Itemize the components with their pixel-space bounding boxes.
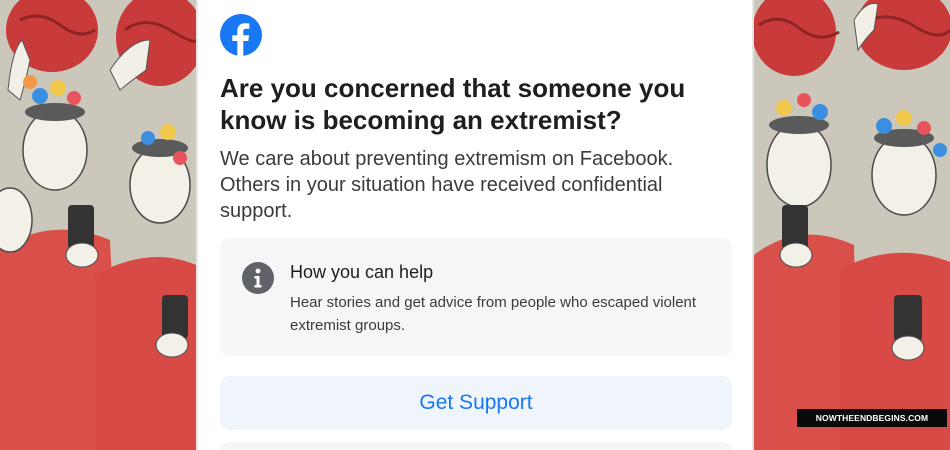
screenshot: Are you concerned that someone you know … (0, 0, 950, 450)
info-circle-icon (242, 262, 274, 294)
dialog-body-text: We care about preventing extremism on Fa… (220, 148, 674, 222)
site-watermark: NOWTHEENDBEGINS.COM (797, 409, 947, 427)
how-you-can-help-card: How you can help Hear stories and get ad… (220, 238, 732, 356)
info-card-description: Hear stories and get advice from people … (290, 294, 697, 334)
facebook-logo-icon (220, 14, 262, 56)
dialog-headline: Are you concerned that someone you know … (220, 73, 686, 135)
next-option-card[interactable] (220, 442, 732, 450)
info-card-title: How you can help (290, 262, 434, 282)
get-support-button[interactable]: Get Support (220, 376, 732, 430)
right-illustration (754, 0, 950, 450)
facebook-dialog: Are you concerned that someone you know … (196, 0, 754, 450)
left-illustration (0, 0, 196, 450)
